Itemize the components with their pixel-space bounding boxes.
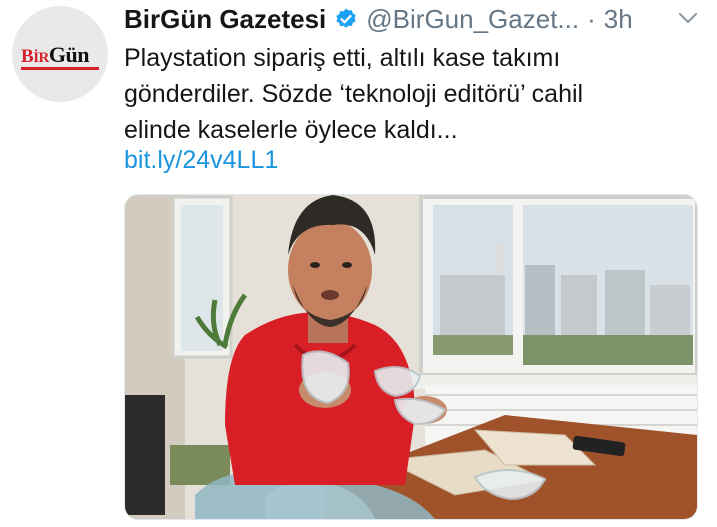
author-handle[interactable]: @BirGun_Gazet... [366, 4, 579, 35]
tweet-link[interactable]: bit.ly/24v4LL1 [124, 146, 278, 175]
chevron-down-icon[interactable] [676, 6, 700, 30]
tweet-header: BirGün Gazetesi @BirGun_Gazet... · 3h [124, 2, 633, 36]
tweet[interactable]: BİRGün BirGün Gazetesi @BirGun_Gazet... … [0, 0, 717, 527]
avatar-logo-underline [21, 67, 99, 70]
tweet-timestamp[interactable]: 3h [604, 4, 633, 35]
avatar[interactable]: BİRGün [12, 6, 108, 102]
verified-badge-icon [334, 7, 358, 31]
tweet-text-line: elinde kaselerle öylece kaldı... [124, 116, 458, 144]
tweet-text-line: gönderdiler. Sözde ‘teknoloji editörü’ c… [124, 80, 584, 108]
tweet-text: Playstation sipariş etti, altılı kase ta… [124, 40, 704, 148]
separator-dot: · [587, 3, 596, 34]
tweet-text-line: Playstation sipariş etti, altılı kase ta… [124, 44, 561, 72]
author-display-name[interactable]: BirGün Gazetesi [124, 4, 326, 35]
avatar-logo: BİRGün [21, 42, 89, 67]
tweet-photo[interactable] [124, 194, 698, 520]
